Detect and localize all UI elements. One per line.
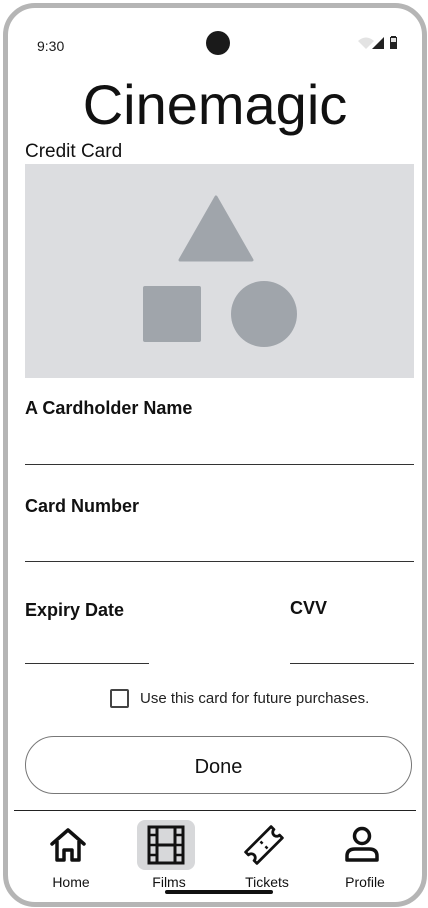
placeholder-triangle (178, 195, 254, 262)
nav-divider (14, 810, 416, 811)
nav-label-films: Films (152, 874, 186, 890)
cardholder-name-label: A Cardholder Name (25, 398, 193, 418)
home-icon (39, 820, 97, 870)
film-icon (137, 820, 195, 870)
save-card-label[interactable]: Use this card for future purchases. (140, 690, 369, 707)
placeholder-square (143, 286, 201, 342)
expiry-date-label: Expiry Date (25, 600, 125, 620)
status-time: 9:30 (37, 38, 65, 54)
card-number-label: Card Number (25, 496, 140, 516)
card-image-placeholder (25, 164, 414, 378)
nav-label-home: Home (52, 874, 90, 890)
signal-icon (372, 37, 384, 49)
card-number-input[interactable] (25, 561, 414, 562)
save-card-checkbox[interactable] (110, 689, 129, 708)
nav-item-tickets[interactable]: Tickets (222, 814, 312, 894)
nav-label-profile: Profile (345, 874, 385, 890)
ticket-icon (235, 820, 293, 870)
expiry-date-input[interactable] (25, 663, 149, 664)
status-icons (358, 35, 402, 53)
battery-icon (390, 36, 397, 49)
cvv-label: CVV (290, 598, 328, 618)
nav-label-tickets: Tickets (245, 874, 289, 890)
cvv-input[interactable] (290, 663, 414, 664)
wifi-icon (358, 37, 374, 49)
profile-icon (333, 820, 391, 870)
placeholder-circle (231, 281, 297, 347)
front-camera (206, 31, 230, 55)
nav-item-films[interactable]: Films (124, 814, 214, 894)
section-label: Credit Card (25, 141, 123, 162)
app-title: Cinemagic (82, 73, 348, 136)
cardholder-name-input[interactable] (25, 464, 414, 465)
home-indicator (165, 890, 273, 894)
nav-item-home[interactable]: Home (26, 814, 116, 894)
nav-item-profile[interactable]: Profile (320, 814, 410, 894)
phone-frame: 9:30 Cinemagic Credit Card A Cardholder … (3, 3, 427, 907)
done-button[interactable]: Done (25, 736, 412, 794)
